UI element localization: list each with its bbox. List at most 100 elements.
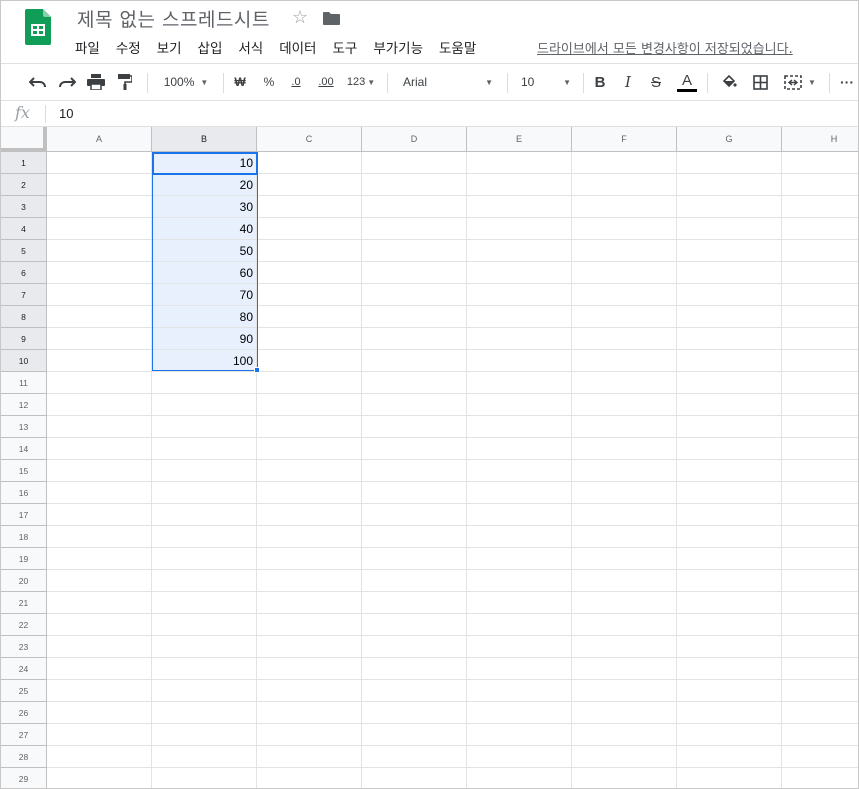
cell-a27[interactable] [47, 724, 152, 746]
cell-c29[interactable] [257, 768, 362, 788]
cell-a10[interactable] [47, 350, 152, 372]
paint-format-button[interactable] [112, 64, 138, 100]
borders-button[interactable] [747, 64, 773, 100]
cell-d25[interactable] [362, 680, 467, 702]
cell-d4[interactable] [362, 218, 467, 240]
cell-b22[interactable] [152, 614, 257, 636]
cell-f8[interactable] [572, 306, 677, 328]
cell-h11[interactable] [782, 372, 858, 394]
cell-b4[interactable]: 40 [152, 218, 257, 240]
cell-f28[interactable] [572, 746, 677, 768]
cell-d9[interactable] [362, 328, 467, 350]
menu-edit[interactable]: 수정 [116, 37, 141, 57]
cell-c26[interactable] [257, 702, 362, 724]
cell-a11[interactable] [47, 372, 152, 394]
cell-b20[interactable] [152, 570, 257, 592]
cell-b14[interactable] [152, 438, 257, 460]
cell-a25[interactable] [47, 680, 152, 702]
folder-icon[interactable] [323, 12, 340, 25]
cell-h1[interactable] [782, 152, 858, 174]
cell-c22[interactable] [257, 614, 362, 636]
cell-c6[interactable] [257, 262, 362, 284]
cell-a24[interactable] [47, 658, 152, 680]
cell-h13[interactable] [782, 416, 858, 438]
sheets-logo-icon[interactable] [25, 9, 51, 45]
cell-e1[interactable] [467, 152, 572, 174]
cell-h18[interactable] [782, 526, 858, 548]
fill-handle[interactable] [254, 367, 260, 373]
cell-e21[interactable] [467, 592, 572, 614]
cell-d16[interactable] [362, 482, 467, 504]
cell-f29[interactable] [572, 768, 677, 788]
cell-f13[interactable] [572, 416, 677, 438]
cell-b18[interactable] [152, 526, 257, 548]
cell-a14[interactable] [47, 438, 152, 460]
cell-f18[interactable] [572, 526, 677, 548]
cell-c13[interactable] [257, 416, 362, 438]
cell-h21[interactable] [782, 592, 858, 614]
cell-h16[interactable] [782, 482, 858, 504]
cell-f17[interactable] [572, 504, 677, 526]
column-header-b[interactable]: B [152, 127, 257, 152]
cell-e12[interactable] [467, 394, 572, 416]
cell-g25[interactable] [677, 680, 782, 702]
cell-c25[interactable] [257, 680, 362, 702]
row-header[interactable]: 23 [1, 636, 47, 658]
cell-e25[interactable] [467, 680, 572, 702]
row-header[interactable]: 11 [1, 372, 47, 394]
row-header[interactable]: 10 [1, 350, 47, 372]
cell-b23[interactable] [152, 636, 257, 658]
row-header[interactable]: 29 [1, 768, 47, 788]
cell-e14[interactable] [467, 438, 572, 460]
cell-d29[interactable] [362, 768, 467, 788]
cell-b27[interactable] [152, 724, 257, 746]
row-header[interactable]: 13 [1, 416, 47, 438]
number-format-select[interactable]: 123 ▼ [343, 64, 379, 100]
more-options-button[interactable]: ··· [835, 64, 858, 100]
cell-f27[interactable] [572, 724, 677, 746]
cell-a13[interactable] [47, 416, 152, 438]
cell-g24[interactable] [677, 658, 782, 680]
row-header[interactable]: 16 [1, 482, 47, 504]
cell-f9[interactable] [572, 328, 677, 350]
cell-c10[interactable] [257, 350, 362, 372]
cell-e11[interactable] [467, 372, 572, 394]
cell-c15[interactable] [257, 460, 362, 482]
cell-e27[interactable] [467, 724, 572, 746]
cell-h3[interactable] [782, 196, 858, 218]
cell-d22[interactable] [362, 614, 467, 636]
cell-h22[interactable] [782, 614, 858, 636]
cell-d24[interactable] [362, 658, 467, 680]
cell-h14[interactable] [782, 438, 858, 460]
cell-f2[interactable] [572, 174, 677, 196]
cell-g4[interactable] [677, 218, 782, 240]
cell-a3[interactable] [47, 196, 152, 218]
row-header[interactable]: 28 [1, 746, 47, 768]
cell-a20[interactable] [47, 570, 152, 592]
cell-b17[interactable] [152, 504, 257, 526]
italic-button[interactable]: I [617, 64, 639, 100]
cell-e13[interactable] [467, 416, 572, 438]
cell-h15[interactable] [782, 460, 858, 482]
font-size-select[interactable]: 10 ▼ [515, 64, 577, 100]
cell-e5[interactable] [467, 240, 572, 262]
cell-d27[interactable] [362, 724, 467, 746]
cell-f10[interactable] [572, 350, 677, 372]
cell-g1[interactable] [677, 152, 782, 174]
cell-d8[interactable] [362, 306, 467, 328]
cell-h2[interactable] [782, 174, 858, 196]
cell-e2[interactable] [467, 174, 572, 196]
cell-c14[interactable] [257, 438, 362, 460]
formula-input[interactable]: 10 [59, 106, 73, 121]
cell-g3[interactable] [677, 196, 782, 218]
bold-button[interactable]: B [589, 64, 611, 100]
cell-g27[interactable] [677, 724, 782, 746]
cell-d11[interactable] [362, 372, 467, 394]
spreadsheet-grid[interactable]: ABCDEFGH 1 10 2 20 3 30 4 40 5 50 6 60 7 70 8 80 9 90 10 10… [1, 127, 858, 788]
fill-color-button[interactable] [716, 64, 742, 100]
row-header[interactable]: 19 [1, 548, 47, 570]
cell-d2[interactable] [362, 174, 467, 196]
cell-d15[interactable] [362, 460, 467, 482]
cell-b10[interactable]: 100 [152, 350, 257, 372]
cell-g23[interactable] [677, 636, 782, 658]
